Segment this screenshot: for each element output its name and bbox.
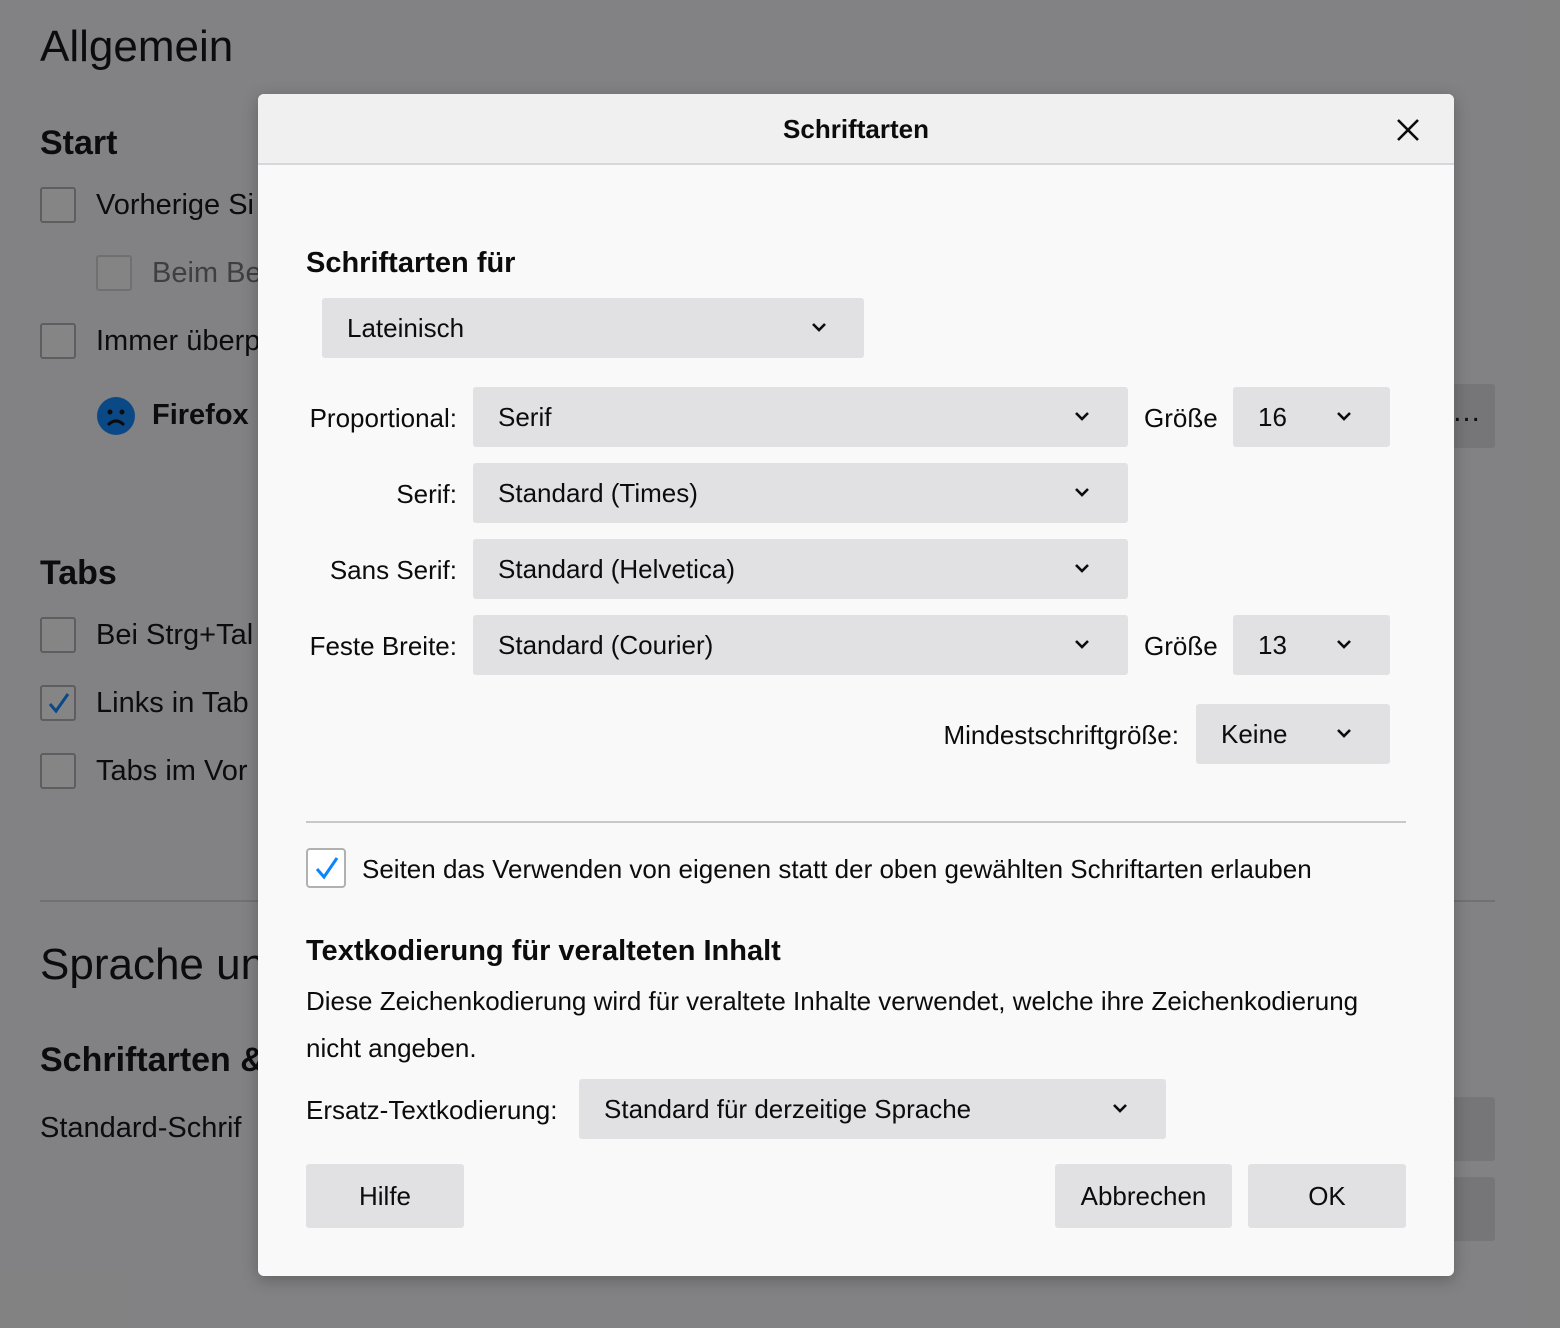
min-size-value: Keine [1221,719,1288,749]
ok-button[interactable]: OK [1248,1164,1406,1228]
proportional-size-select[interactable]: 16 [1233,387,1390,447]
chevron-down-icon [1075,412,1089,421]
language-select-value: Lateinisch [347,313,465,343]
sans-serif-label: Sans Serif: [329,555,457,585]
dialog-divider [306,821,1406,823]
chevron-down-icon [1075,640,1089,649]
proportional-label: Proportional: [309,403,457,433]
chevron-down-icon [1337,412,1351,421]
sans-serif-select-value: Standard (Helvetica) [498,554,735,584]
serif-label: Serif: [396,479,457,509]
allow-own-fonts-label: Seiten das Verwenden von eigenen statt d… [362,854,1312,884]
fallback-encoding-label: Ersatz-Textkodierung: [306,1095,558,1125]
serif-select[interactable]: Standard (Times) [473,463,1128,523]
proportional-size-value: 16 [1258,402,1287,432]
fallback-encoding-select[interactable]: Standard für derzeitige Sprache [579,1079,1166,1139]
help-button[interactable]: Hilfe [306,1164,464,1228]
dialog-title: Schriftarten [783,114,929,144]
dialog-header: Schriftarten [258,94,1454,165]
chevron-down-icon [1075,488,1089,497]
monospace-select-value: Standard (Courier) [498,630,714,660]
fonts-for-heading: Schriftarten für [306,247,516,279]
serif-select-value: Standard (Times) [498,478,698,508]
monospace-label: Feste Breite: [309,631,457,661]
chevron-down-icon [812,323,826,332]
close-icon [1397,119,1419,141]
chevron-down-icon [1113,1104,1127,1113]
fallback-encoding-value: Standard für derzeitige Sprache [604,1094,972,1124]
chevron-down-icon [1337,729,1351,738]
min-size-select[interactable]: Keine [1196,704,1390,764]
monospace-size-select[interactable]: 13 [1233,615,1390,675]
close-button[interactable] [1386,108,1430,152]
encoding-heading: Textkodierung für veralteten Inhalt [306,935,781,967]
proportional-select[interactable]: Serif [473,387,1128,447]
proportional-size-label: Größe [1144,403,1218,433]
sans-serif-select[interactable]: Standard (Helvetica) [473,539,1128,599]
chevron-down-icon [1337,640,1351,649]
encoding-description: Diese Zeichenkodierung wird für veraltet… [306,986,1359,1063]
checkmark-icon [315,857,339,880]
chevron-down-icon [1075,564,1089,573]
proportional-select-value: Serif [498,402,552,432]
min-size-label: Mindestschriftgröße: [943,720,1179,750]
language-select[interactable]: Lateinisch [322,298,864,358]
fonts-dialog: Schriftarten Schriftarten für Lateinisch… [258,94,1454,1276]
monospace-size-value: 13 [1258,630,1287,660]
cancel-button[interactable]: Abbrechen [1055,1164,1232,1228]
monospace-size-label: Größe [1144,631,1218,661]
allow-own-fonts-checkbox[interactable] [306,848,346,888]
monospace-select[interactable]: Standard (Courier) [473,615,1128,675]
